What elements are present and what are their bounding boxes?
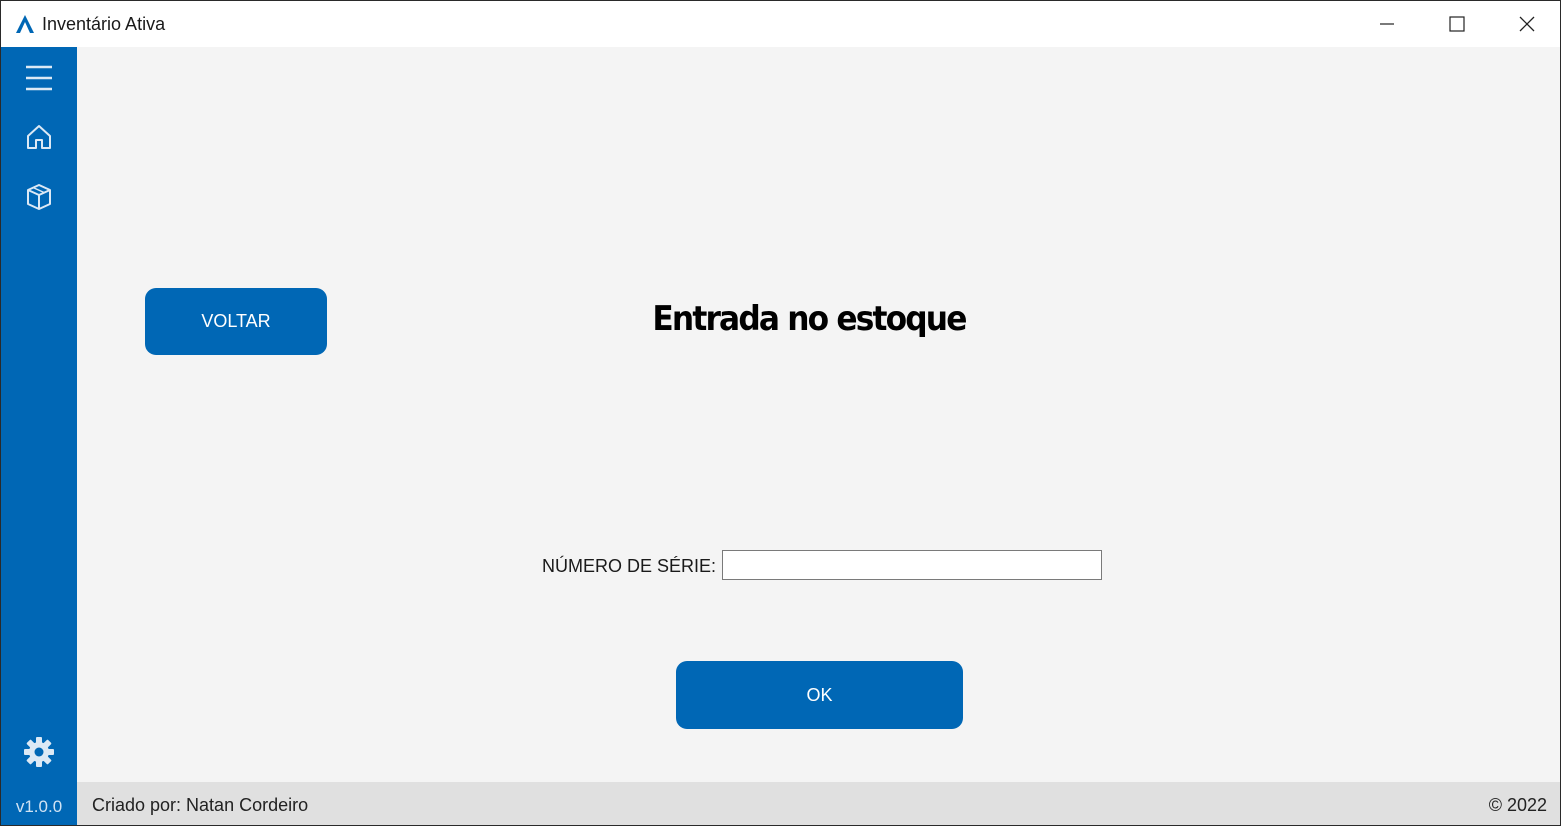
version-label: v1.0.0 [15, 797, 63, 816]
home-icon [27, 125, 51, 149]
status-footer: Criado por: Natan Cordeiro © 2022 [77, 782, 1560, 825]
minimize-button[interactable] [1352, 1, 1422, 47]
sidebar-menu-button[interactable] [1, 53, 77, 103]
hamburger-menu-icon [26, 65, 52, 91]
sidebar-item-home[interactable] [1, 112, 77, 162]
serial-number-label: NÚMERO DE SÉRIE: [542, 556, 717, 576]
app-window: Inventário Ativa v1.0.0 VOLTAR Entrada n… [0, 0, 1561, 826]
page-title: Entrada no estoque [652, 299, 967, 339]
sidebar: v1.0.0 [1, 47, 77, 825]
close-icon [1519, 16, 1535, 32]
gear-icon [24, 737, 54, 767]
author-credit: Criado por: Natan Cordeiro [92, 795, 309, 815]
copyright-label: © 2022 [1488, 795, 1547, 815]
maximize-button[interactable] [1422, 1, 1492, 47]
maximize-icon [1449, 16, 1465, 32]
title-bar: Inventário Ativa [1, 1, 1560, 47]
window-title: Inventário Ativa [42, 14, 166, 34]
sidebar-item-settings[interactable] [1, 727, 77, 777]
close-button[interactable] [1492, 1, 1560, 47]
sidebar-item-inventory[interactable] [1, 172, 77, 222]
minimize-icon [1380, 23, 1394, 25]
ok-button[interactable]: OK [676, 661, 963, 729]
back-button[interactable]: VOLTAR [145, 288, 327, 355]
app-logo-icon [16, 15, 34, 33]
serial-number-input[interactable] [722, 550, 1102, 580]
box-icon [27, 184, 51, 210]
